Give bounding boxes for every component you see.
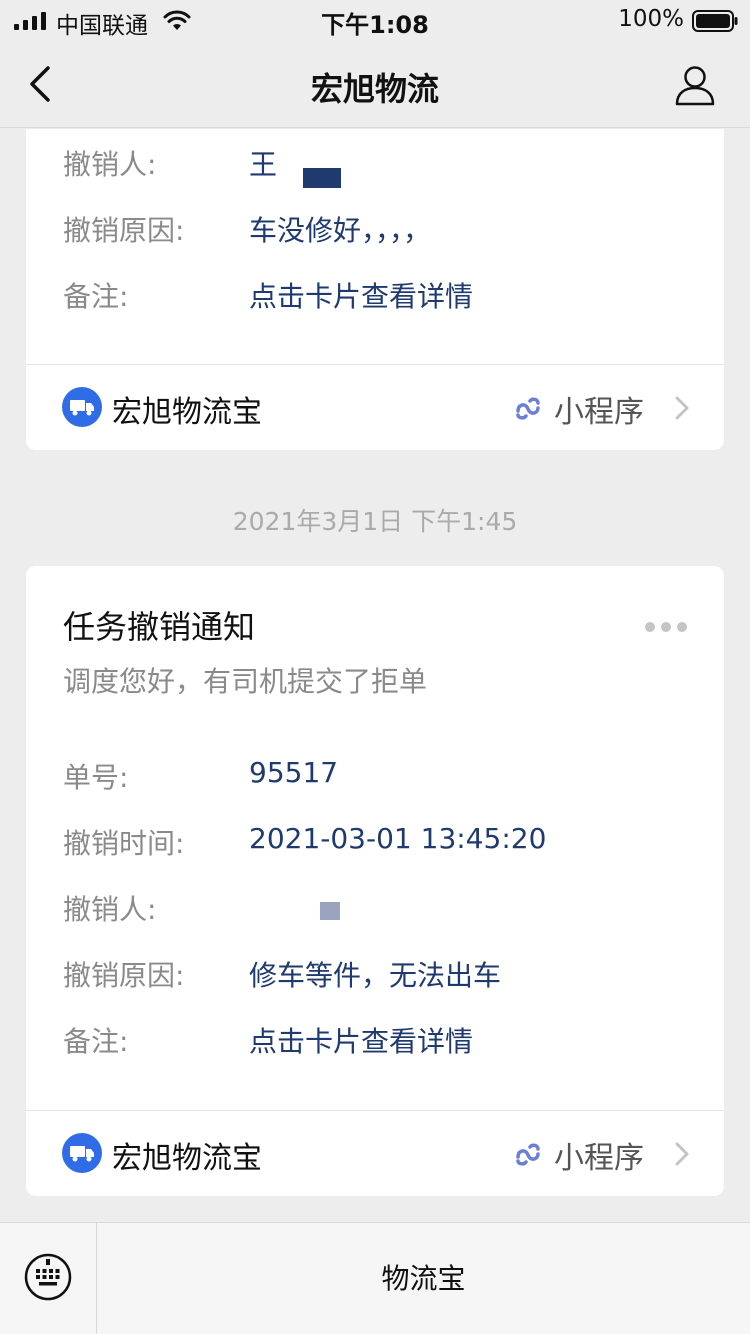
nav-bar: 宏旭物流 bbox=[0, 40, 750, 128]
keyboard-icon bbox=[24, 1253, 72, 1301]
field-value: 点击卡片查看详情 bbox=[249, 1025, 474, 1058]
truck-icon bbox=[62, 1133, 102, 1173]
field-label: 备注: bbox=[63, 1025, 129, 1058]
status-bar: 中国联通 下午1:08 100% bbox=[0, 0, 750, 40]
field-label: 撤销原因: bbox=[63, 214, 185, 247]
field-value: 王 bbox=[249, 148, 278, 181]
chevron-right-icon bbox=[675, 396, 689, 420]
field-value: 修车等件，无法出车 bbox=[249, 959, 502, 992]
card-title: 任务撤销通知 bbox=[63, 608, 256, 646]
mini-program-name: 宏旭物流宝 bbox=[112, 395, 262, 430]
keyboard-toggle-button[interactable] bbox=[0, 1223, 97, 1334]
field-label: 备注: bbox=[63, 280, 129, 313]
profile-icon[interactable] bbox=[674, 64, 716, 106]
field-label: 撤销时间: bbox=[63, 827, 185, 860]
truck-icon bbox=[62, 387, 102, 427]
menu-item-wuliubao[interactable]: 物流宝 bbox=[97, 1223, 750, 1334]
field-value: 95517 bbox=[249, 756, 339, 789]
field-label: 撤销原因: bbox=[63, 959, 185, 992]
field-value: 车没修好，，，， bbox=[249, 214, 432, 247]
mini-program-icon bbox=[516, 397, 540, 420]
card-subtitle: 调度您好，有司机提交了拒单 bbox=[63, 665, 428, 698]
more-options-icon[interactable] bbox=[644, 620, 688, 634]
field-label: 撤销人: bbox=[63, 893, 157, 926]
message-card[interactable]: 任务撤销通知 调度您好，有司机提交了拒单 单号: 95517 撤销时间: 202… bbox=[26, 566, 724, 1196]
message-timestamp: 2021年3月1日 下午1:45 bbox=[232, 507, 518, 536]
field-value: 2021-03-01 13:45:20 bbox=[249, 822, 547, 855]
mini-program-footer[interactable]: 宏旭物流宝 小程序 bbox=[26, 1110, 724, 1196]
mini-program-name: 宏旭物流宝 bbox=[112, 1141, 262, 1176]
redaction-block bbox=[320, 902, 340, 920]
field-value: 点击卡片查看详情 bbox=[249, 280, 474, 313]
chat-content[interactable]: 撤销人: 王 撤销原因: 车没修好，，，， 备注: 点击卡片查看详情 宏旭物流宝 bbox=[0, 129, 750, 1222]
message-card[interactable]: 撤销人: 王 撤销原因: 车没修好，，，， 备注: 点击卡片查看详情 宏旭物流宝 bbox=[26, 129, 724, 450]
redaction-block bbox=[303, 168, 341, 188]
mini-program-tag: 小程序 bbox=[554, 1141, 644, 1176]
mini-program-icon bbox=[516, 1143, 540, 1166]
page-title: 宏旭物流 bbox=[310, 70, 439, 108]
chevron-right-icon bbox=[675, 1142, 689, 1166]
battery-percent: 100% bbox=[618, 6, 684, 32]
mini-program-tag: 小程序 bbox=[554, 395, 644, 430]
field-label: 单号: bbox=[63, 761, 129, 794]
field-label: 撤销人: bbox=[63, 148, 157, 181]
mini-program-footer[interactable]: 宏旭物流宝 小程序 bbox=[26, 364, 724, 450]
battery-icon bbox=[692, 10, 738, 32]
bottom-menu-bar: 物流宝 bbox=[0, 1222, 750, 1334]
